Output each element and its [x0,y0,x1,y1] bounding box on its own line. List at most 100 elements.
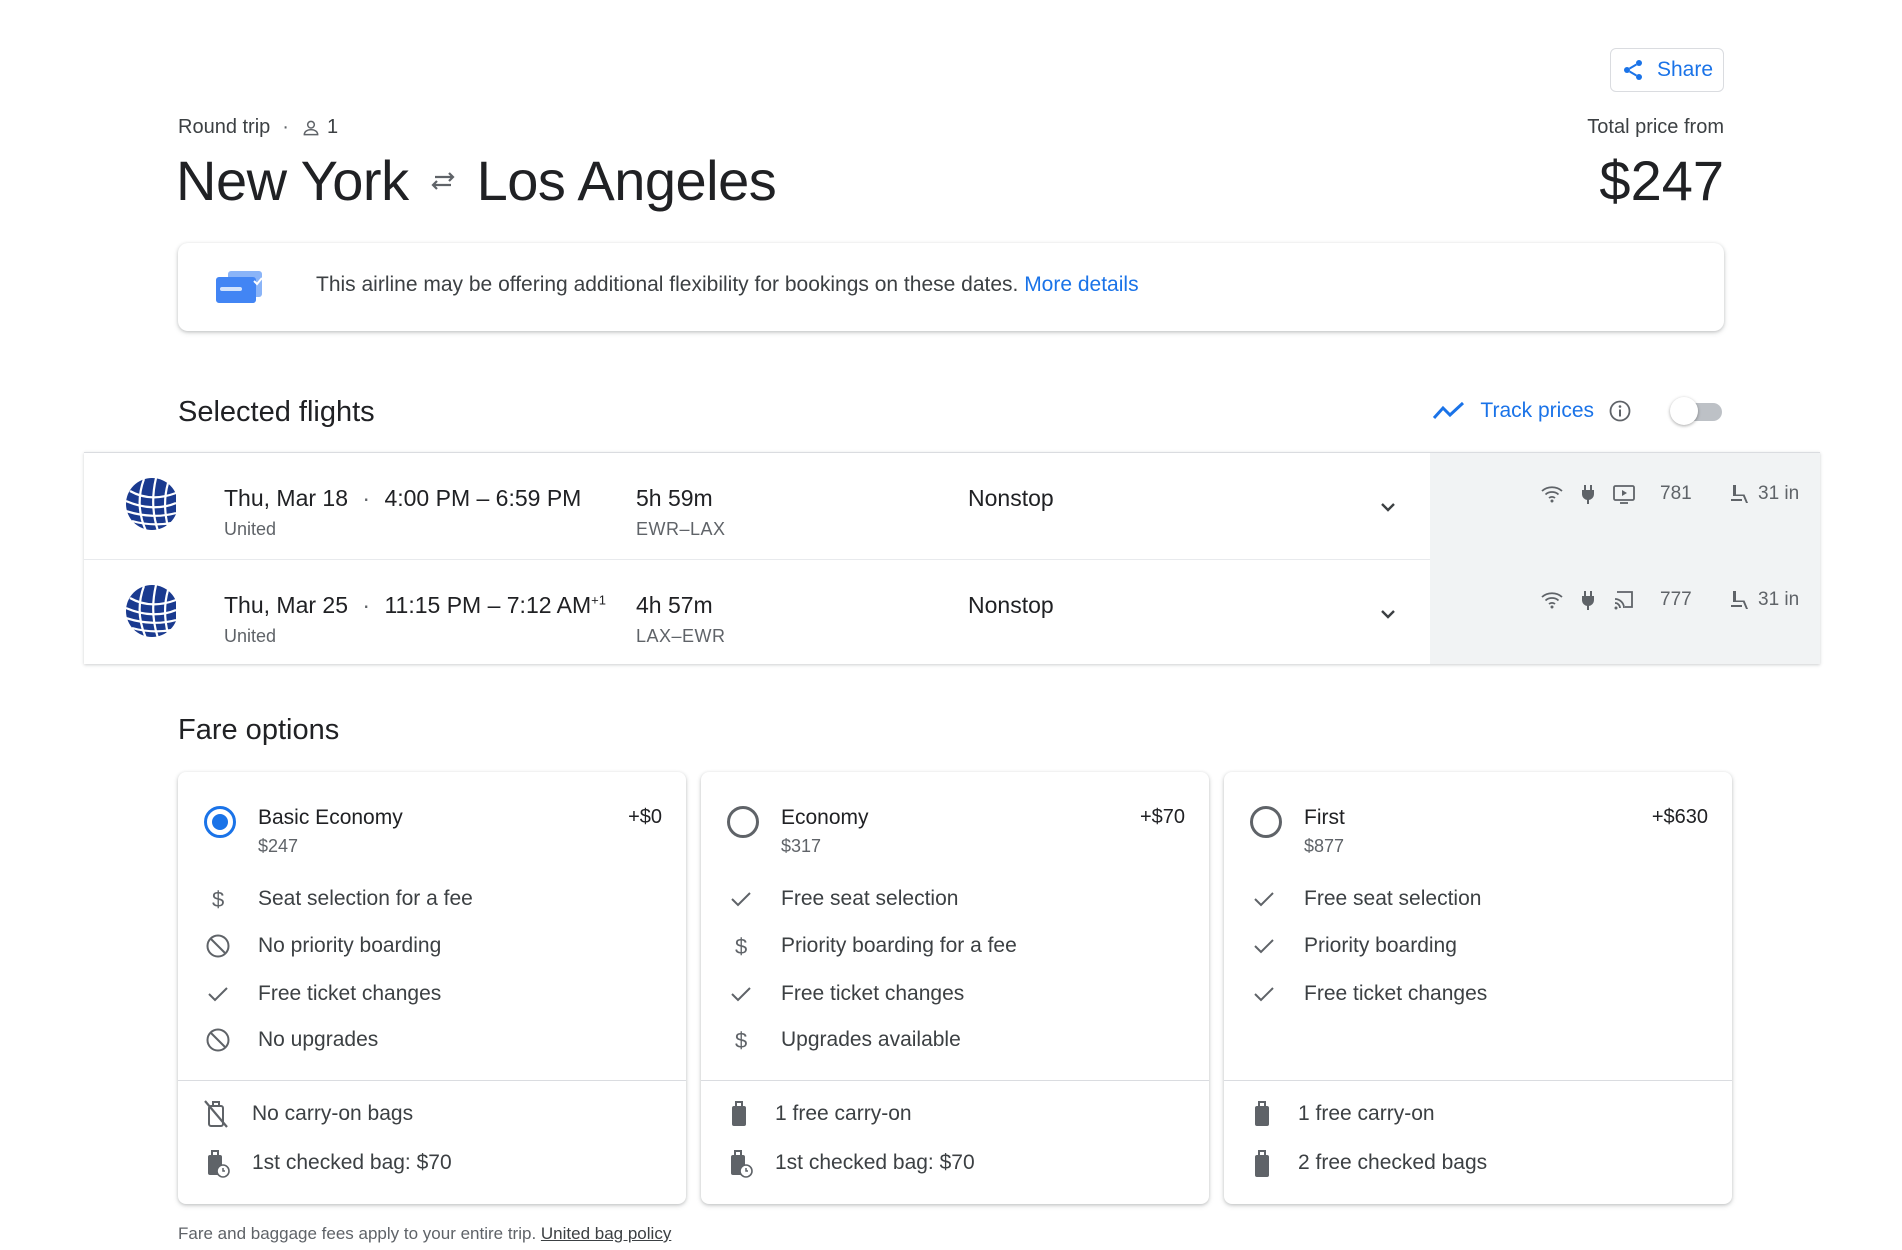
carry-on-icon [732,1101,746,1126]
bag-allowance: 2 free checked bags [1248,1148,1487,1178]
dollar-icon: $ [212,887,224,912]
fare-footnote: Fare and baggage fees apply to your enti… [178,1224,671,1244]
track-prices: Track prices [1432,396,1726,426]
flight-stops: Nonstop [968,592,1054,618]
chevron-down-icon[interactable] [1376,602,1400,626]
fare-card-first[interactable]: First $877 +$630 Free seat selection Pri… [1224,772,1732,1204]
fare-price: $317 [781,836,822,856]
flight-date: Thu, Mar 18 [224,485,348,511]
fare-feature: No priority boarding [204,931,441,961]
round-trip-arrows-icon [431,171,455,190]
selected-flights-heading: Selected flights [178,396,375,428]
check-icon [1254,939,1274,954]
ticket-illustration-icon [216,271,263,303]
destination-city: Los Angeles [476,149,777,212]
seat-legroom-icon [1731,485,1748,503]
fare-feature-label: No priority boarding [258,934,442,957]
flight-date: Thu, Mar 25 [224,592,348,618]
fare-additional-cost: +$0 [628,806,662,828]
flight-row-outbound[interactable]: Thu, Mar 18 · 4:00 PM – 6:59 PM United 5… [84,453,1430,559]
info-icon[interactable] [1608,399,1632,423]
airline-name: United [224,519,277,539]
bag-allowance: 1 free carry-on [1248,1099,1435,1129]
flight-date-time: Thu, Mar 18 · 4:00 PM – 6:59 PM [224,485,581,512]
share-icon [1623,60,1642,80]
flexibility-notice: This airline may be offering additional … [178,243,1724,331]
person-icon [303,120,319,135]
separator-dot: · [282,116,289,138]
bag-label: 1 free carry-on [1298,1102,1435,1125]
fare-name: Economy [781,806,869,829]
flight-times: 11:15 PM – 7:12 AM [384,592,592,618]
fare-feature: Free ticket changes [1250,979,1487,1009]
fare-radio[interactable] [1250,806,1282,838]
fare-feature: $ Seat selection for a fee [204,884,473,914]
origin-city: New York [176,149,409,212]
plus-days: +1 [591,592,606,608]
svg-text:$: $ [735,1028,747,1053]
aircraft-model: 777 [1660,589,1692,610]
fare-feature-label: Upgrades available [781,1028,961,1051]
footnote-text: Fare and baggage fees apply to your enti… [178,1224,537,1243]
no-carry-on-icon [204,1100,228,1128]
total-price-label: Total price from [1587,116,1724,138]
fare-additional-cost: +$630 [1651,806,1708,828]
fare-feature-label: No upgrades [258,1028,379,1051]
fare-card-basic-economy[interactable]: Basic Economy $247 +$0 $ Seat selection … [178,772,686,1204]
wifi-icon [1541,592,1563,609]
power-outlet-icon [1582,591,1594,610]
fare-feature: $ Priority boarding for a fee [727,931,1017,961]
fare-radio-selected[interactable] [204,806,236,838]
fare-feature: $ Upgrades available [727,1025,961,1055]
fare-radio[interactable] [727,806,759,838]
fare-options-heading: Fare options [178,714,340,746]
chevron-down-icon[interactable] [1376,495,1400,519]
fare-divider [1224,1080,1732,1081]
fare-name: First [1304,806,1345,829]
more-details-link[interactable]: More details [1024,273,1138,296]
track-prices-toggle[interactable] [1670,396,1726,426]
bag-label: 2 free checked bags [1298,1151,1488,1174]
flight-amenities-return: 777 31 in [1540,585,1799,615]
fare-feature-label: Priority boarding [1304,934,1457,957]
flight-row-return[interactable]: Thu, Mar 25 · 11:15 PM – 7:12 AM+1 Unite… [84,559,1430,665]
flight-duration: 4h 57m [636,592,713,618]
legroom-value: 31 in [1758,589,1800,610]
bag-allowance: 1st checked bag: $70 [202,1148,452,1178]
dollar-icon: $ [735,1028,747,1053]
share-label: Share [1656,58,1714,81]
check-icon [731,892,751,907]
notice-message: This airline may be offering additional … [316,273,1019,296]
power-outlet-icon [1582,485,1594,504]
notice-text: This airline may be offering additional … [316,273,1139,297]
fare-additional-cost: +$70 [1139,806,1185,828]
check-icon [1254,987,1274,1002]
share-button[interactable]: Share [1610,48,1724,92]
bag-label: 1st checked bag: $70 [775,1151,975,1174]
check-icon [731,987,751,1002]
route-title: New York Los Angeles [176,148,777,213]
united-logo-icon [122,584,176,638]
trip-type: Round trip [178,116,271,138]
fare-divider [701,1080,1209,1081]
fare-feature-label: Priority boarding for a fee [781,934,1017,957]
svg-text:$: $ [212,887,224,912]
video-screen-icon [1613,485,1635,504]
united-logo-icon [122,477,176,531]
fare-card-economy[interactable]: Economy $317 +$70 Free seat selection $ … [701,772,1209,1204]
flight-times: 4:00 PM – 6:59 PM [384,485,582,511]
cast-icon [1614,591,1633,610]
legroom-value: 31 in [1758,483,1800,504]
fare-feature: Free seat selection [727,884,958,914]
fare-price: $877 [1304,836,1345,856]
checked-bag-icon [1255,1150,1269,1177]
bag-label: 1st checked bag: $70 [252,1151,452,1174]
legroom: 31 in [1728,482,1799,506]
bag-allowance: 1 free carry-on [725,1099,912,1129]
bag-label: No carry-on bags [252,1102,414,1125]
bag-policy-link[interactable]: United bag policy [541,1224,671,1243]
fare-price: $247 [258,836,299,856]
checked-bag-fee-icon [208,1150,230,1178]
trip-meta: Round trip · 1 [178,116,338,139]
airline-name: United [224,626,277,646]
